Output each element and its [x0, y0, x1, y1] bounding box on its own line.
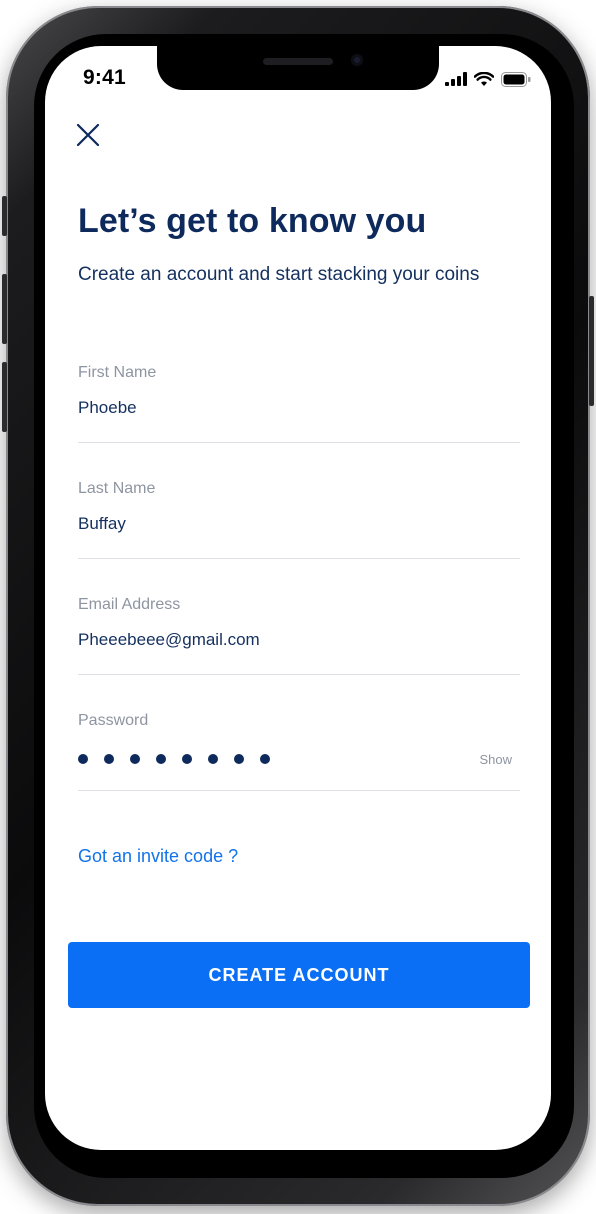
notch: [157, 46, 439, 90]
email-input[interactable]: [78, 630, 458, 650]
password-dot: [104, 754, 114, 764]
earpiece-speaker: [263, 58, 333, 65]
battery-icon: [501, 71, 531, 87]
first-name-input[interactable]: [78, 398, 458, 418]
status-icons: [445, 70, 531, 88]
email-field: Email Address: [78, 578, 520, 675]
app-screen: 9:41 Let’s get to know you Create an acc…: [45, 46, 551, 1150]
last-name-label: Last Name: [78, 480, 156, 497]
create-account-button[interactable]: CREATE ACCOUNT: [68, 942, 530, 1008]
show-password-button[interactable]: Show: [479, 752, 512, 767]
close-icon: [76, 123, 100, 147]
password-dot: [78, 754, 88, 764]
password-dot: [130, 754, 140, 764]
cellular-signal-icon: [445, 72, 467, 86]
power-button: [589, 296, 594, 406]
volume-down-button: [2, 362, 7, 432]
page-subtitle: Create an account and start stacking you…: [78, 264, 480, 285]
email-label: Email Address: [78, 596, 181, 613]
first-name-field: First Name: [78, 346, 520, 443]
password-dot: [260, 754, 270, 764]
last-name-input[interactable]: [78, 514, 458, 534]
invite-code-link[interactable]: Got an invite code ?: [78, 846, 238, 867]
first-name-label: First Name: [78, 364, 157, 381]
password-field[interactable]: Password Show: [78, 694, 520, 791]
password-dot: [234, 754, 244, 764]
last-name-field: Last Name: [78, 462, 520, 559]
silent-switch: [2, 196, 7, 236]
status-time: 9:41: [83, 66, 126, 89]
volume-up-button: [2, 274, 7, 344]
password-label: Password: [78, 712, 149, 729]
password-dot: [208, 754, 218, 764]
front-camera: [351, 54, 363, 66]
page-title: Let’s get to know you: [78, 202, 427, 240]
password-dot: [182, 754, 192, 764]
password-masked-value[interactable]: [78, 754, 270, 764]
wifi-icon: [474, 71, 494, 86]
password-dot: [156, 754, 166, 764]
close-button[interactable]: [71, 118, 105, 152]
